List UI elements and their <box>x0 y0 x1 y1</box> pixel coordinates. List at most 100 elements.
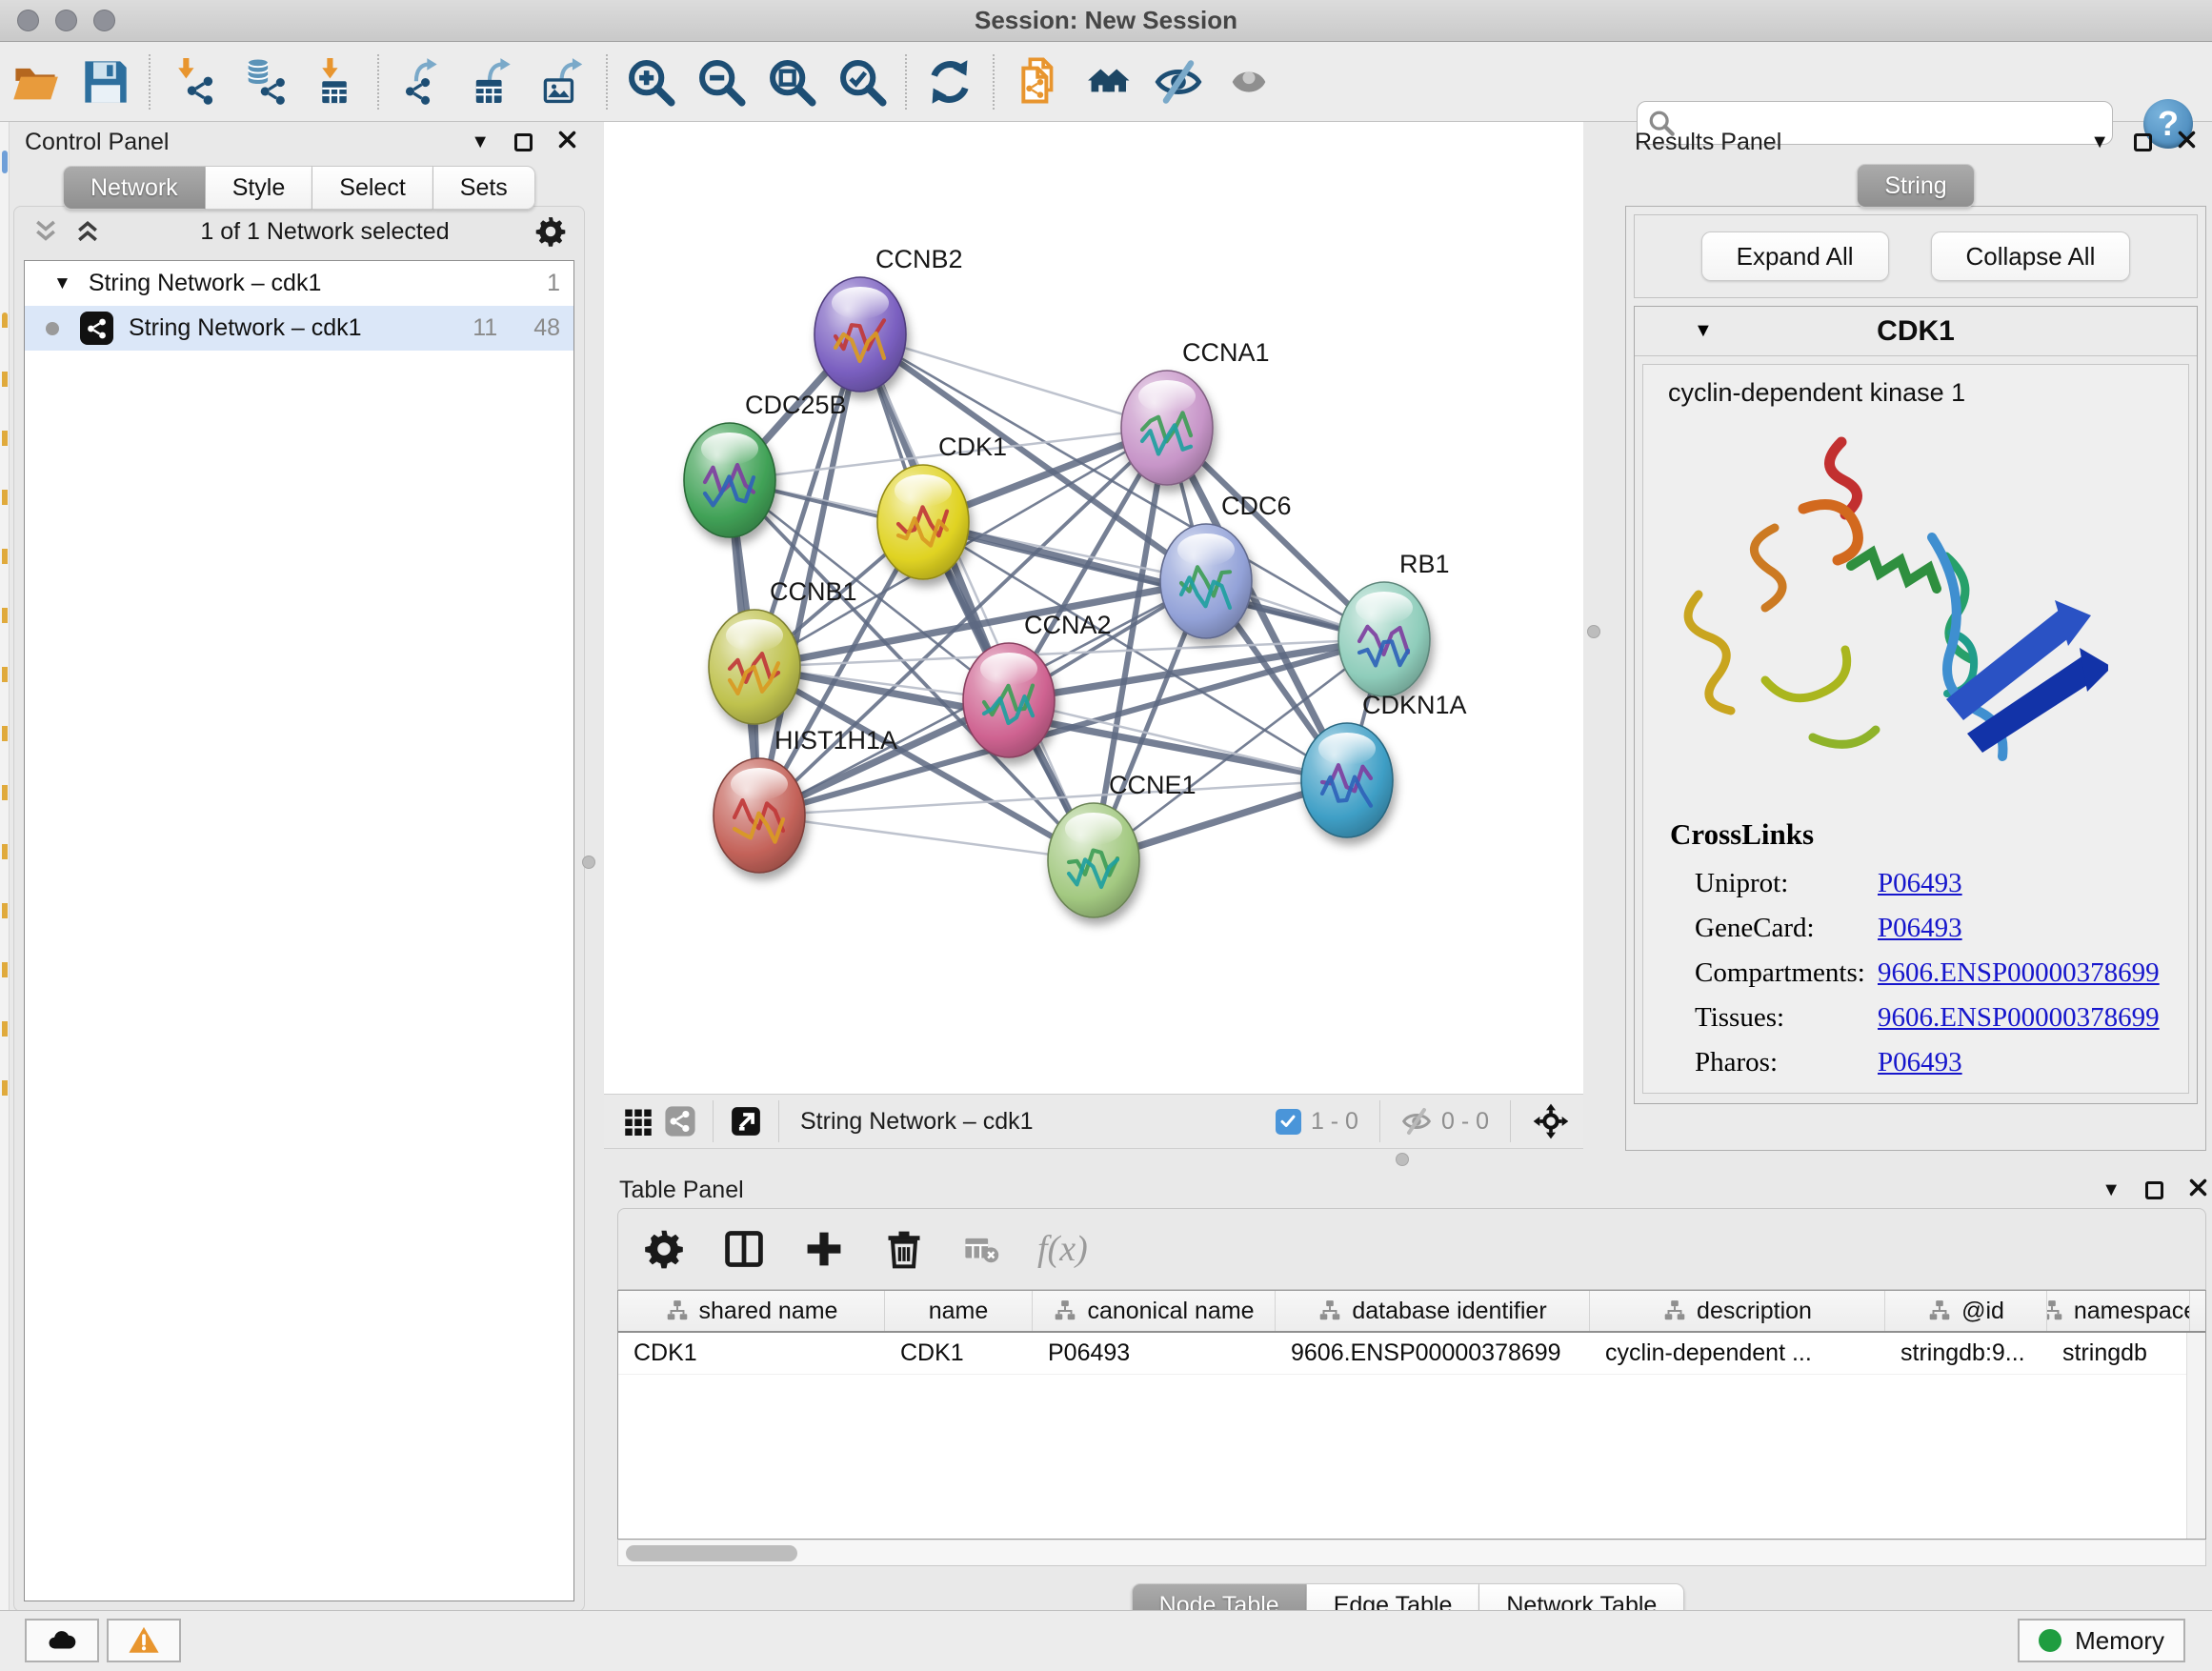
close-window-button[interactable] <box>17 10 39 31</box>
crosslink-link[interactable]: P06493 <box>1878 868 1962 899</box>
show-columns-icon[interactable] <box>723 1228 765 1270</box>
tab-string-results[interactable]: String <box>1857 164 1974 208</box>
cloud-status-button[interactable] <box>25 1619 99 1662</box>
close-panel-icon[interactable] <box>2188 1178 2208 1202</box>
export-image-button[interactable] <box>528 50 598 113</box>
maximize-panel-icon[interactable] <box>514 133 533 151</box>
node-rb1[interactable]: RB1 <box>1338 550 1450 696</box>
gene-section-header[interactable]: ▼ CDK1 <box>1635 307 2197 356</box>
table-row[interactable]: CDK1CDK1P064939606.ENSP00000378699cyclin… <box>618 1333 2205 1375</box>
network-graph[interactable]: CCNB2CCNA1CDC25BCDK1CDC6RB1CCNB1CCNA2CDK… <box>604 122 1583 1094</box>
bottom-splitter-handle[interactable] <box>1396 1153 1409 1166</box>
float-panel-icon[interactable]: ▼ <box>2090 131 2109 153</box>
float-panel-icon[interactable]: ▼ <box>471 131 490 153</box>
column-header-database-identifier[interactable]: database identifier <box>1276 1291 1590 1331</box>
zoom-window-button[interactable] <box>93 10 115 31</box>
save-session-button[interactable] <box>70 50 141 113</box>
network-row[interactable]: String Network – cdk1 11 48 <box>25 306 573 351</box>
import-network-from-database-button[interactable] <box>229 50 299 113</box>
show-all-button[interactable] <box>1214 50 1284 113</box>
network-snapshot-button[interactable] <box>1002 50 1073 113</box>
collapse-all-networks-icon[interactable] <box>31 217 60 246</box>
first-neighbors-button[interactable] <box>1073 50 1143 113</box>
tab-style[interactable]: Style <box>206 166 313 210</box>
scrollbar-thumb[interactable] <box>626 1545 797 1561</box>
table-cell[interactable]: 9606.ENSP00000378699 <box>1276 1333 1590 1374</box>
column-header-description[interactable]: description <box>1590 1291 1885 1331</box>
view-network-mode-button[interactable] <box>659 1102 701 1140</box>
collection-count: 1 <box>547 270 560 297</box>
float-panel-icon[interactable]: ▼ <box>2101 1179 2121 1201</box>
table-horizontal-scrollbar[interactable] <box>617 1540 2206 1566</box>
edge-marker-dots <box>2 312 8 1103</box>
window-title: Session: New Session <box>975 6 1237 35</box>
tab-network[interactable]: Network <box>63 166 206 210</box>
node-ccne1[interactable]: CCNE1 <box>1048 771 1196 917</box>
crosslink-link[interactable]: 9606.ENSP00000378699 <box>1878 1002 2160 1034</box>
node-ccna1[interactable]: CCNA1 <box>1121 338 1270 485</box>
left-splitter-handle[interactable] <box>582 856 595 869</box>
table-options-gear-icon[interactable] <box>643 1228 685 1270</box>
column-header-canonical-name[interactable]: canonical name <box>1033 1291 1276 1331</box>
delete-column-trash-icon[interactable] <box>883 1228 925 1270</box>
delete-table-icon <box>963 1231 999 1267</box>
right-splitter-handle[interactable] <box>1587 625 1600 638</box>
maximize-panel-icon[interactable] <box>2145 1181 2163 1199</box>
close-panel-icon[interactable] <box>557 130 577 154</box>
tab-select[interactable]: Select <box>312 166 432 210</box>
table-vertical-scrollbar[interactable] <box>2186 1333 2205 1539</box>
crosslink-link[interactable]: 9606.ENSP00000378699 <box>1878 957 2160 989</box>
column-header-namespace[interactable]: namespace <box>2047 1291 2190 1331</box>
table-cell[interactable]: CDK1 <box>885 1333 1033 1374</box>
warnings-button[interactable] <box>107 1619 181 1662</box>
export-table-button[interactable] <box>457 50 528 113</box>
table-cell[interactable]: stringdb:9... <box>1885 1333 2047 1374</box>
column-header-name[interactable]: name <box>885 1291 1033 1331</box>
close-panel-icon[interactable] <box>2177 130 2197 154</box>
expand-all-button[interactable]: Expand All <box>1701 232 1889 281</box>
open-session-button[interactable] <box>0 50 70 113</box>
birdseye-navigator-icon[interactable] <box>1532 1102 1570 1140</box>
collapse-all-button[interactable]: Collapse All <box>1931 232 2131 281</box>
table-cell[interactable]: CDK1 <box>618 1333 885 1374</box>
node-hist1h1a[interactable]: HIST1H1A <box>714 726 897 873</box>
import-network-from-file-button[interactable] <box>158 50 229 113</box>
node-cdk1[interactable]: CDK1 <box>877 433 1007 579</box>
node-cdkn1a[interactable]: CDKN1A <box>1301 691 1467 837</box>
view-grid-mode-button[interactable] <box>617 1102 659 1140</box>
tab-sets[interactable]: Sets <box>433 166 535 210</box>
section-expand-icon[interactable]: ▼ <box>1694 320 1713 342</box>
zoom-fit-button[interactable] <box>756 50 827 113</box>
svg-text:CDC25B: CDC25B <box>745 391 847 419</box>
node-ccnb2[interactable]: CCNB2 <box>814 245 963 392</box>
maximize-panel-icon[interactable] <box>2134 133 2152 151</box>
network-options-gear-icon[interactable] <box>534 215 567 248</box>
crosslink-label: Compartments: <box>1695 957 1878 989</box>
refresh-view-button[interactable] <box>915 50 985 113</box>
column-header-shared-name[interactable]: shared name <box>618 1291 885 1331</box>
hide-selected-button[interactable] <box>1143 50 1214 113</box>
create-column-icon[interactable] <box>803 1228 845 1270</box>
crosslink-link[interactable]: P06493 <box>1878 913 1962 944</box>
zoom-selected-button[interactable] <box>827 50 897 113</box>
zoom-in-button[interactable] <box>615 50 686 113</box>
crosslink-link[interactable]: P06493 <box>1878 1047 1962 1078</box>
table-cell[interactable]: P06493 <box>1033 1333 1276 1374</box>
node-cdc6[interactable]: CDC6 <box>1160 492 1292 638</box>
network-canvas[interactable]: CCNB2CCNA1CDC25BCDK1CDC6RB1CCNB1CCNA2CDK… <box>604 122 1583 1094</box>
network-name: String Network – cdk1 <box>129 314 362 342</box>
export-network-button[interactable] <box>387 50 457 113</box>
detach-view-button[interactable] <box>725 1102 767 1140</box>
network-list-toolbar: 1 of 1 Network selected <box>14 207 584 256</box>
zoom-out-button[interactable] <box>686 50 756 113</box>
expand-all-networks-icon[interactable] <box>73 217 102 246</box>
network-collection-row[interactable]: ▼ String Network – cdk1 1 <box>25 261 573 306</box>
column-header--id[interactable]: @id <box>1885 1291 2047 1331</box>
table-cell[interactable]: stringdb <box>2047 1333 2190 1374</box>
minimize-window-button[interactable] <box>55 10 77 31</box>
selected-checkbox[interactable] <box>1276 1109 1301 1135</box>
memory-button[interactable]: Memory <box>2018 1619 2185 1662</box>
table-cell[interactable]: cyclin-dependent ... <box>1590 1333 1885 1374</box>
import-table-from-file-button[interactable] <box>299 50 370 113</box>
collection-expand-icon[interactable]: ▼ <box>53 273 71 294</box>
